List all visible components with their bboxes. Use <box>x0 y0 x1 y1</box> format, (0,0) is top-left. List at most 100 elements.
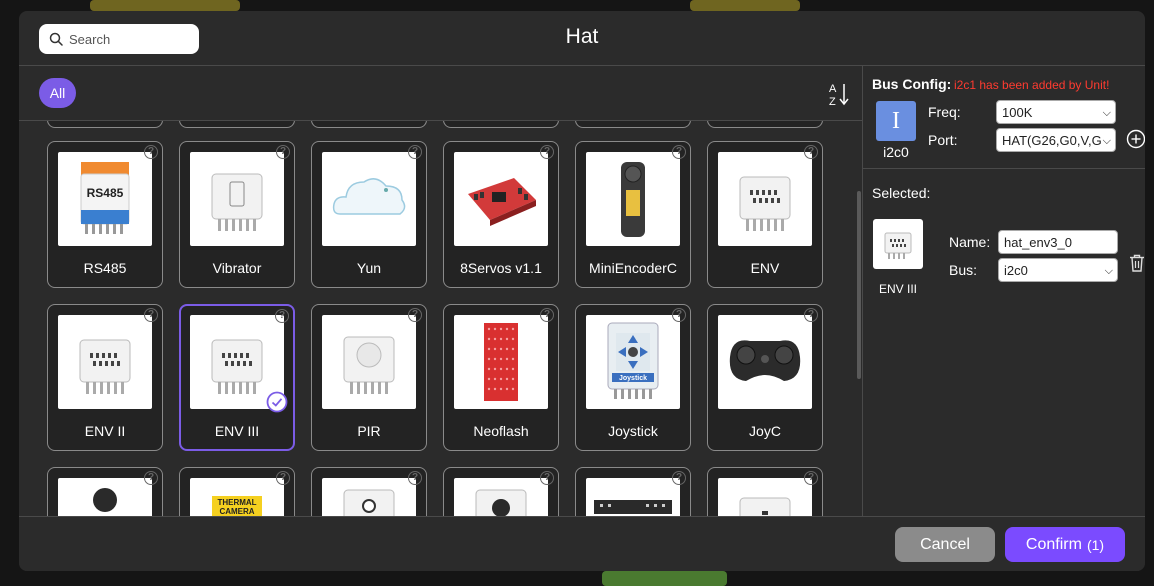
hat-card-yun[interactable]: ? Yun <box>311 141 427 288</box>
hat-card-partial[interactable]: ? <box>443 467 559 516</box>
help-icon[interactable]: ? <box>804 145 818 159</box>
hat-card-partial[interactable] <box>311 121 427 128</box>
help-icon[interactable]: ? <box>276 145 290 159</box>
freq-select[interactable]: 100K ⌵ <box>996 100 1116 124</box>
card-label: ENV II <box>84 423 126 439</box>
config-panel: Bus Config: i2c1 has been added by Unit!… <box>863 66 1145 516</box>
check-circle-icon <box>266 391 288 413</box>
port-label: Port: <box>928 132 958 148</box>
selected-item-label: ENV III <box>878 282 917 296</box>
hat-card-joystick[interactable]: Joystick ? Joystick <box>575 304 691 451</box>
filter-all-button[interactable]: All <box>39 78 76 108</box>
add-bus-icon[interactable] <box>1126 129 1145 149</box>
card-label: Vibrator <box>212 260 262 276</box>
hat-card-neoflash[interactable]: ? Neoflash <box>443 304 559 451</box>
port-select[interactable]: HAT(G26,G0,V,G ⌵ <box>996 128 1116 152</box>
svg-text:A: A <box>829 83 837 95</box>
rs485-image: RS485 <box>58 152 152 246</box>
port-value: HAT(G26,G0,V,G <box>1002 133 1102 148</box>
card-label: JoyC <box>749 423 781 439</box>
dialog-title: Hat <box>565 25 599 48</box>
hat-image <box>718 478 812 516</box>
help-icon[interactable]: ? <box>144 308 158 322</box>
hat-card-pir[interactable]: ? PIR <box>311 304 427 451</box>
hat-card-partial[interactable] <box>47 121 163 128</box>
background-tile <box>602 571 727 586</box>
confirm-label: Confirm <box>1025 535 1082 553</box>
bus-select[interactable]: i2c0 ⌵ <box>998 258 1118 282</box>
trash-icon[interactable] <box>1129 254 1145 272</box>
cancel-button[interactable]: Cancel <box>895 527 995 562</box>
card-label: 8Servos v1.1 <box>460 260 542 276</box>
selected-item-thumbnail <box>873 219 923 269</box>
hat-card-partial[interactable] <box>707 121 823 128</box>
divider <box>863 168 1145 169</box>
hat-card-partial[interactable] <box>179 121 295 128</box>
card-label: PIR <box>357 423 381 439</box>
hat-image <box>586 478 680 516</box>
hat-card-env-iii[interactable]: ? ENV III <box>179 304 295 451</box>
filter-bar: All A Z <box>19 66 862 121</box>
svg-text:RS485: RS485 <box>87 186 124 200</box>
freq-label: Freq: <box>928 104 961 120</box>
help-icon[interactable]: ? <box>408 471 422 485</box>
i2c-bus-icon: I <box>876 101 916 141</box>
card-label: Yun <box>356 260 382 276</box>
svg-text:Joystick: Joystick <box>619 375 647 382</box>
dialog-header: Hat <box>19 11 1145 66</box>
hat-card-miniencoderc[interactable]: ? MiniEncoderC <box>575 141 691 288</box>
help-icon[interactable]: ? <box>144 145 158 159</box>
dialog-footer: Cancel Confirm (1) <box>19 516 1145 571</box>
help-icon[interactable]: ? <box>804 308 818 322</box>
help-icon[interactable]: ? <box>540 471 554 485</box>
help-icon[interactable]: ? <box>408 145 422 159</box>
selected-title: Selected: <box>872 185 931 201</box>
hat-card-vibrator[interactable]: ? Vibrator <box>179 141 295 288</box>
card-label: ENV III <box>214 423 260 439</box>
help-icon[interactable]: ? <box>276 471 290 485</box>
sort-az-icon[interactable]: A Z <box>828 81 850 107</box>
hat-card-partial[interactable]: ? <box>707 467 823 516</box>
hat-card-partial[interactable] <box>443 121 559 128</box>
help-icon[interactable]: ? <box>672 471 686 485</box>
confirm-button[interactable]: Confirm (1) <box>1005 527 1125 562</box>
card-label: MiniEncoderC <box>589 260 677 276</box>
help-icon[interactable]: ? <box>672 308 686 322</box>
help-icon[interactable]: ? <box>672 145 686 159</box>
chevron-down-icon: ⌵ <box>1102 107 1111 119</box>
svg-text:THERMAL: THERMAL <box>217 498 256 507</box>
help-icon[interactable]: ? <box>144 471 158 485</box>
hat-card-env-ii[interactable]: ? ENV II <box>47 304 163 451</box>
hat-card-partial[interactable]: THERMAL CAMERA ? <box>179 467 295 516</box>
help-icon[interactable]: ? <box>804 471 818 485</box>
hat-card-joyc[interactable]: ? JoyC <box>707 304 823 451</box>
hat-card-partial[interactable] <box>575 121 691 128</box>
help-icon[interactable]: ? <box>275 309 289 323</box>
camera-image <box>58 478 152 516</box>
hat-card-partial[interactable]: ? <box>47 467 163 516</box>
hat-card-8servos[interactable]: ? 8Servos v1.1 <box>443 141 559 288</box>
miniencoderc-image <box>586 152 680 246</box>
hat-card-partial[interactable]: ? <box>575 467 691 516</box>
hat-image <box>454 478 548 516</box>
freq-value: 100K <box>1002 105 1033 120</box>
svg-text:CAMERA: CAMERA <box>219 507 254 516</box>
scrollbar[interactable] <box>857 191 861 379</box>
bus-value: i2c0 <box>1004 263 1028 278</box>
help-icon[interactable]: ? <box>540 308 554 322</box>
help-icon[interactable]: ? <box>408 308 422 322</box>
svg-text:Z: Z <box>829 96 836 107</box>
hat-card-env[interactable]: ? ENV <box>707 141 823 288</box>
card-label: Neoflash <box>473 423 529 439</box>
bus-label: Bus: <box>949 262 978 278</box>
chevron-down-icon: ⌵ <box>1104 265 1113 277</box>
background-tile <box>90 0 240 11</box>
env-image <box>718 152 812 246</box>
hat-card-partial[interactable]: ? <box>311 467 427 516</box>
name-input[interactable] <box>998 230 1118 254</box>
yun-image <box>322 152 416 246</box>
vibrator-image <box>190 152 284 246</box>
help-icon[interactable]: ? <box>540 145 554 159</box>
bus-config-title: Bus Config: <box>872 76 952 92</box>
hat-card-rs485[interactable]: RS485 ? RS485 <box>47 141 163 288</box>
